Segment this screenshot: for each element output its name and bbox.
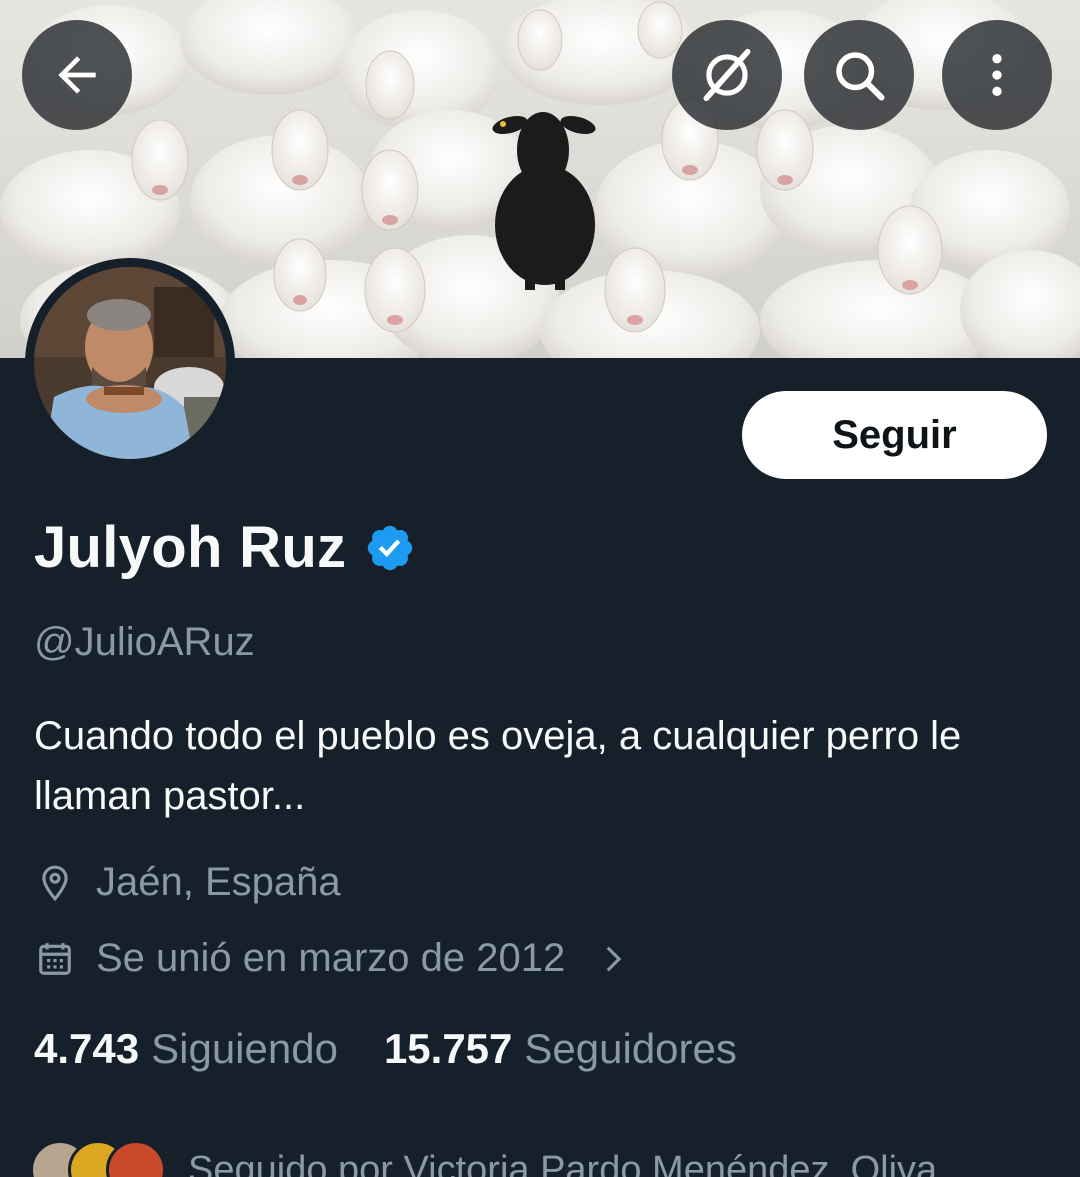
grok-icon xyxy=(703,48,751,102)
arrow-left-icon xyxy=(58,56,96,94)
verified-badge-icon[interactable] xyxy=(364,522,416,574)
join-date-row[interactable]: Se unió en marzo de 2012 xyxy=(36,936,629,981)
follow-button[interactable]: Seguir xyxy=(742,391,1047,479)
avatar xyxy=(34,267,226,459)
calendar-icon xyxy=(39,942,71,975)
location-pin-icon xyxy=(42,865,68,901)
user-handle: @JulioARuz xyxy=(34,620,255,664)
profile-name-row: Julyoh Ruz xyxy=(34,514,416,581)
followers-stat[interactable]: 15.757 Seguidores xyxy=(384,1025,737,1073)
follow-stats: 4.743 Siguiendo 15.757 Seguidores xyxy=(34,1025,737,1073)
more-options-button[interactable] xyxy=(942,20,1052,130)
followed-by-row[interactable]: Seguido por Victoria Pardo Menéndez, Oli… xyxy=(30,1140,948,1177)
display-name: Julyoh Ruz xyxy=(34,515,347,580)
followed-by-text: Seguido por Victoria Pardo Menéndez, Oli… xyxy=(188,1148,948,1177)
location-row: Jaén, España xyxy=(36,860,341,905)
search-icon xyxy=(836,52,885,101)
grok-button[interactable] xyxy=(672,20,782,130)
profile-bio: Cuando todo el pueblo es oveja, a cualqu… xyxy=(34,714,962,818)
followers-label: Seguidores xyxy=(524,1025,737,1072)
search-button[interactable] xyxy=(804,20,914,130)
following-stat[interactable]: 4.743 Siguiendo xyxy=(34,1025,338,1073)
location-text: Jaén, España xyxy=(96,860,341,904)
following-count: 4.743 xyxy=(34,1025,140,1072)
profile-avatar[interactable] xyxy=(25,258,235,468)
chevron-right-icon xyxy=(606,946,622,971)
more-vertical-icon xyxy=(992,54,1002,96)
join-date-text: Se unió en marzo de 2012 xyxy=(96,936,566,980)
avatar-photo xyxy=(34,267,226,459)
following-label: Siguiendo xyxy=(151,1025,338,1072)
followers-count: 15.757 xyxy=(383,1025,513,1072)
back-button[interactable] xyxy=(22,20,132,130)
